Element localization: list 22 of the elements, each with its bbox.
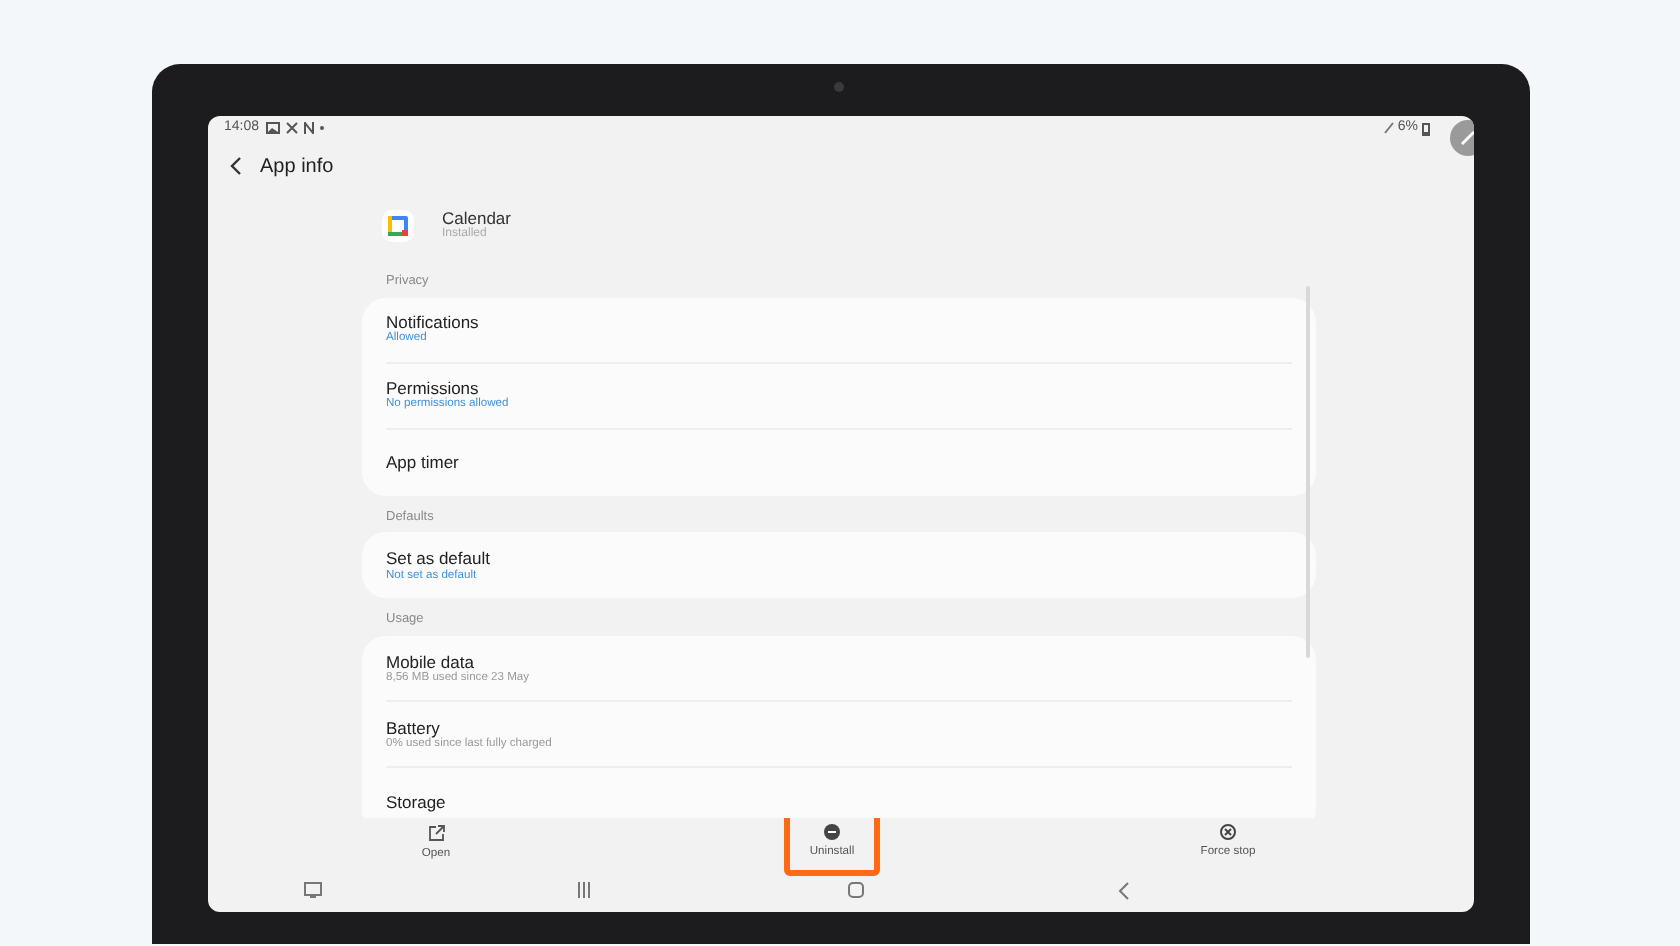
open-external-icon (427, 823, 445, 842)
recent-apps-icon[interactable] (576, 882, 593, 899)
image-icon (265, 122, 280, 135)
home-icon[interactable] (847, 882, 864, 899)
setting-title[interactable]: Notifications (386, 312, 1292, 333)
setting-title[interactable]: Set as default (386, 548, 1292, 570)
stop-circle-icon (1220, 824, 1236, 841)
back-nav-icon[interactable] (1117, 881, 1130, 900)
setting-title[interactable]: Battery (386, 717, 1292, 738)
charging-icon (1383, 122, 1394, 135)
page-title: App info (260, 153, 334, 182)
setting-title[interactable]: Mobile data (386, 651, 1292, 672)
setting-title[interactable]: Storage (386, 791, 1292, 812)
battery-icon (1422, 121, 1430, 136)
camera-icon (834, 82, 844, 92)
calendar-app-icon (382, 209, 414, 242)
back-icon[interactable] (228, 156, 244, 177)
setting-title[interactable]: App timer (386, 452, 1292, 473)
minus-circle-icon (824, 824, 840, 841)
nfc-icon (303, 122, 314, 135)
setting-title[interactable]: Permissions (386, 378, 1292, 399)
app-name: Calendar (442, 209, 511, 228)
